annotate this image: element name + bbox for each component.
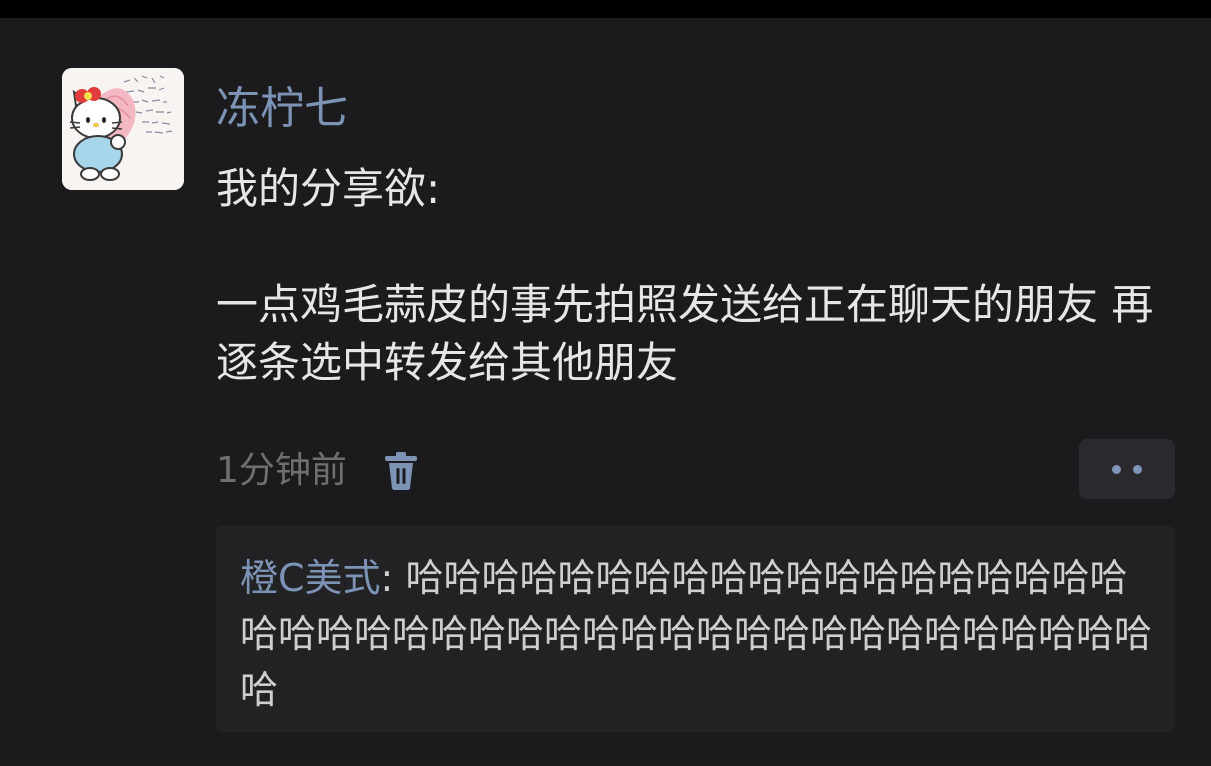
trash-icon[interactable] [383,451,419,491]
moment-post: 冻柠七 我的分享欲: 一点鸡毛蒜皮的事先拍照发送给正在聊天的朋友 再逐条选中转发… [0,18,1211,766]
more-dots-icon [1133,464,1142,474]
more-button[interactable] [1079,439,1175,499]
comment-separator: : [380,556,406,600]
post-author-name[interactable]: 冻柠七 [216,82,348,136]
post-content-line: 一点鸡毛蒜皮的事先拍照发送给正在聊天的朋友 再逐条选中转发给其他朋友 [216,280,1154,387]
comment-author[interactable]: 橙C美式 [240,556,381,600]
comment-item[interactable]: 橙C美式: 哈哈哈哈哈哈哈哈哈哈哈哈哈哈哈哈哈哈哈哈哈哈哈哈哈哈哈哈哈哈哈哈哈哈… [240,550,1160,718]
avatar[interactable] [62,68,184,190]
post-content: 我的分享欲: 一点鸡毛蒜皮的事先拍照发送给正在聊天的朋友 再逐条选中转发给其他朋… [216,160,1166,392]
post-content-line: 我的分享欲: [216,164,441,213]
avatar-image [62,68,184,190]
comments-section: 橙C美式: 哈哈哈哈哈哈哈哈哈哈哈哈哈哈哈哈哈哈哈哈哈哈哈哈哈哈哈哈哈哈哈哈哈哈… [216,526,1175,732]
post-timestamp: 1分钟前 [216,450,347,491]
more-dots-icon [1112,464,1121,474]
post-meta: 1分钟前 [216,445,419,497]
top-bar [0,0,1211,18]
